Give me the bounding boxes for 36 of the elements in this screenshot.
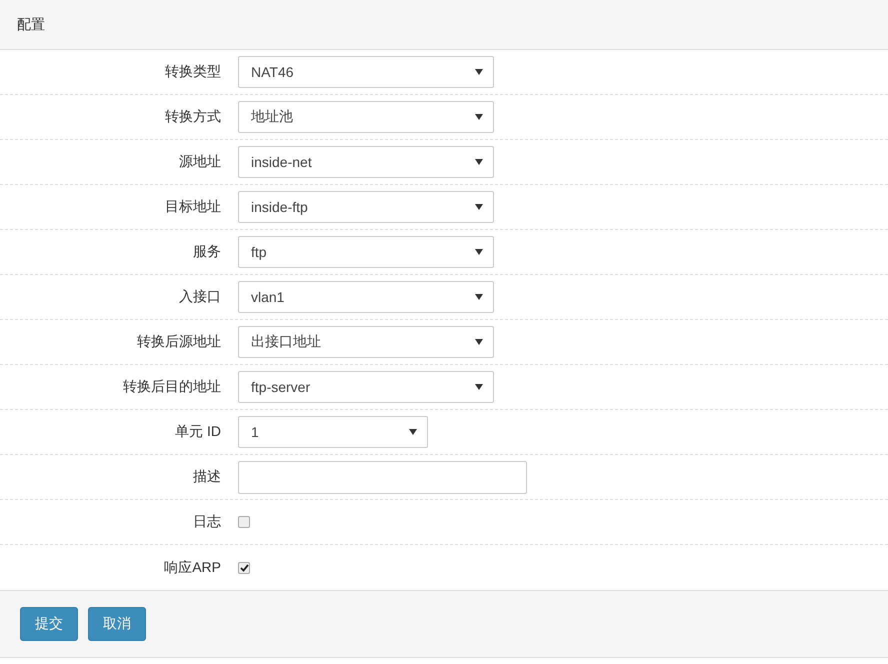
field-label: 转换方式 bbox=[164, 108, 222, 126]
field-label: 服务 bbox=[192, 243, 222, 261]
field-label: 描述 bbox=[192, 468, 222, 486]
caret-icon bbox=[475, 69, 483, 75]
checkbox[interactable] bbox=[238, 516, 250, 528]
field-label: 转换类型 bbox=[164, 63, 222, 81]
field-label: 响应ARP bbox=[163, 558, 222, 576]
caret-icon bbox=[475, 294, 483, 300]
field-label: 目标地址 bbox=[164, 198, 222, 216]
caret-icon bbox=[475, 339, 483, 345]
cancel-button[interactable]: 取消 bbox=[88, 607, 146, 641]
dropdown[interactable]: 1 bbox=[238, 416, 428, 448]
submit-button[interactable]: 提交 bbox=[20, 607, 78, 641]
field-label: 转换后源地址 bbox=[136, 333, 222, 351]
caret-icon bbox=[475, 114, 483, 120]
dropdown[interactable]: vlan1 bbox=[238, 281, 494, 313]
dropdown[interactable]: inside-ftp bbox=[238, 191, 494, 223]
dropdown[interactable]: ftp-server bbox=[238, 371, 494, 403]
field-label: 单元 ID bbox=[174, 423, 222, 441]
caret-icon bbox=[475, 159, 483, 165]
caret-icon bbox=[475, 249, 483, 255]
dropdown[interactable]: NAT46 bbox=[238, 56, 494, 88]
checkbox[interactable] bbox=[238, 562, 250, 574]
dropdown[interactable]: 出接口地址 bbox=[238, 326, 494, 358]
dropdown[interactable]: inside-net bbox=[238, 146, 494, 178]
caret-icon bbox=[475, 384, 483, 390]
field-label: 入接口 bbox=[178, 288, 222, 306]
field-label: 源地址 bbox=[178, 153, 222, 171]
caret-icon bbox=[475, 204, 483, 210]
field-label: 日志 bbox=[192, 513, 222, 531]
field-label: 转换后目的地址 bbox=[122, 378, 222, 396]
dropdown[interactable]: ftp bbox=[238, 236, 494, 268]
panel-title: 配置 bbox=[17, 16, 45, 34]
input-field[interactable] bbox=[238, 460, 527, 494]
dropdown[interactable]: 地址池 bbox=[238, 101, 494, 133]
caret-icon bbox=[409, 429, 417, 435]
